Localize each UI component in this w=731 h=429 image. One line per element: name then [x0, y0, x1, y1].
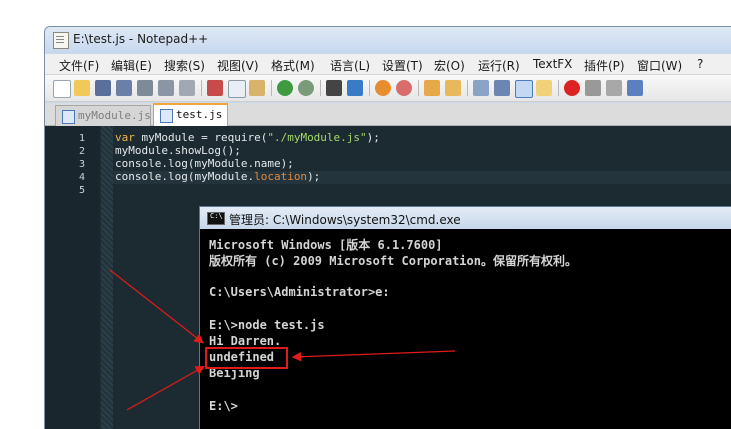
annotation-arrows: [109, 269, 456, 411]
annotation-arrow: [109, 269, 204, 344]
annotation-arrow: [291, 350, 456, 362]
annotation-arrow: [126, 365, 206, 411]
